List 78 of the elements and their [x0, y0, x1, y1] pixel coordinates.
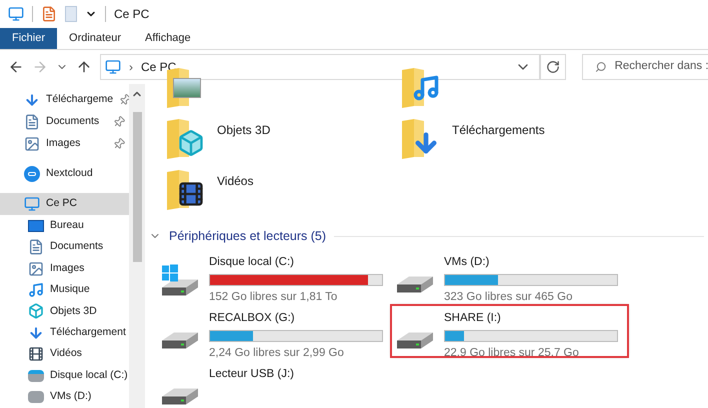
up-button[interactable] [76, 59, 92, 75]
ribbon-tab[interactable]: Fichier [0, 28, 58, 49]
hard-drive-icon [161, 388, 199, 405]
nav-item[interactable]: Images [0, 133, 129, 155]
drive-icon [28, 391, 44, 404]
nav-label: Téléchargeme [46, 92, 114, 108]
nav-label: Ce PC [46, 196, 78, 212]
nav-label: Bureau [50, 218, 85, 233]
nav-label: Musique [50, 282, 91, 298]
scrollbar-thumb[interactable] [132, 112, 142, 262]
folder-name[interactable]: Vidéos [217, 168, 254, 190]
desktop-icon [28, 220, 44, 232]
folder-icon [165, 168, 205, 212]
download-icon [24, 92, 40, 108]
window-title: Ce PC [114, 6, 150, 23]
folder-name[interactable]: Téléchargements [452, 117, 545, 139]
free-space-text: 22,9 Go libres sur 25,7 Go [444, 346, 580, 361]
nav-item[interactable]: Documents [0, 111, 129, 133]
folder-name[interactable]: Objets 3D [217, 117, 270, 139]
nav-label: Vidéos [50, 346, 83, 362]
nav-label: Documents [50, 239, 104, 254]
search-input[interactable]: Rechercher dans : [614, 58, 708, 76]
music-note-icon [28, 282, 44, 298]
nav-item[interactable]: Nextcloud [0, 163, 129, 185]
picture-icon [24, 136, 40, 152]
refresh-button[interactable] [540, 54, 566, 80]
search-icon [595, 60, 607, 74]
folder-icon [400, 66, 440, 110]
hard-drive-icon [161, 332, 199, 349]
ribbon-tab[interactable]: Affichage [133, 28, 203, 49]
nav-item[interactable]: Disque local (C:) [0, 365, 129, 386]
nav-item[interactable]: Documents [0, 236, 129, 258]
search-field[interactable]: Rechercher dans : [582, 54, 708, 80]
document-icon [24, 114, 40, 130]
folder-icon [165, 117, 205, 161]
nav-label: Documents [46, 114, 100, 130]
download-icon [28, 324, 44, 341]
breadcrumb-separator: › [129, 59, 133, 76]
hard-drive-icon [161, 264, 199, 296]
picture-icon [28, 260, 44, 277]
nav-item[interactable]: Bureau [0, 215, 129, 236]
nav-item[interactable]: Téléchargement [0, 322, 129, 344]
nav-label: Disque local (C:) [50, 368, 128, 383]
nav-item[interactable]: Musique [0, 279, 129, 301]
section-heading[interactable]: Périphériques et lecteurs (5) [169, 227, 326, 246]
nav-item[interactable]: VMs (D:) [0, 386, 129, 408]
drive-name[interactable]: SHARE (I:) [444, 310, 618, 327]
hard-drive-icon [396, 332, 434, 349]
drive-name[interactable]: Disque local (C:) [209, 254, 383, 271]
nav-item[interactable]: Vidéos [0, 344, 129, 366]
cube-icon [28, 303, 44, 320]
nav-label: Objets 3D [50, 304, 98, 319]
nav-label: Nextcloud [46, 166, 94, 182]
nav-item[interactable]: Ce PC [0, 193, 129, 215]
free-space-text: 323 Go libres sur 465 Go [444, 290, 574, 305]
drive-name[interactable]: Lecteur USB (J:) [209, 366, 294, 383]
document-icon [28, 239, 44, 256]
free-space-text: 2,24 Go libres sur 2,99 Go [209, 346, 345, 361]
nav-label: Images [50, 260, 86, 276]
monitor-icon[interactable] [8, 6, 24, 22]
free-space-text: 152 Go libres sur 1,81 To [209, 290, 338, 305]
nav-label: Téléchargement [50, 325, 126, 340]
drive-icon [28, 370, 44, 382]
monitor-icon [24, 196, 40, 212]
drive-name[interactable]: RECALBOX (G:) [209, 310, 383, 327]
nav-item[interactable]: Images [0, 258, 129, 280]
drive-name[interactable]: VMs (D:) [444, 254, 618, 271]
nav-item[interactable]: Objets 3D [0, 300, 129, 322]
film-icon [28, 346, 44, 362]
scrollbar[interactable] [129, 84, 145, 408]
nav-item[interactable]: Téléchargeme [0, 89, 129, 111]
back-button[interactable] [8, 59, 24, 75]
ribbon-tab[interactable]: Ordinateur [57, 28, 133, 49]
hard-drive-icon [396, 276, 434, 293]
nav-label: Images [46, 136, 82, 152]
nav-label: VMs (D:) [50, 389, 92, 404]
refresh-icon [546, 60, 560, 74]
monitor-icon [105, 59, 121, 75]
